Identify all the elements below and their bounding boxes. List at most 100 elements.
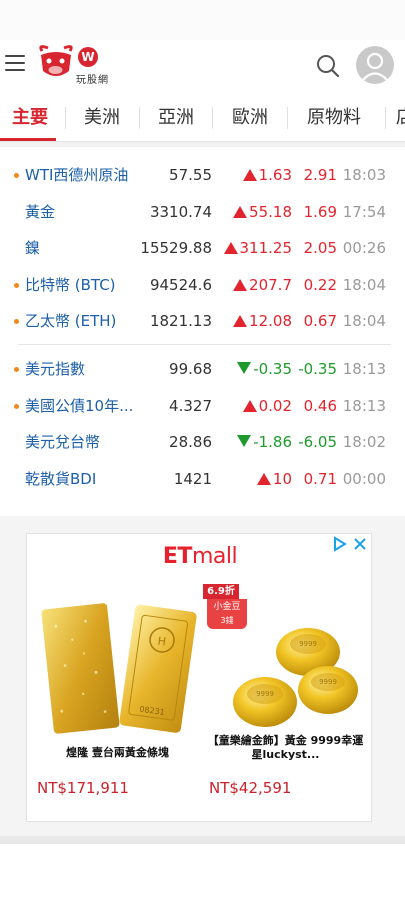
quote-name[interactable]: 美國公債10年... — [25, 391, 133, 421]
svg-text:9999: 9999 — [256, 690, 274, 698]
quote-percent: 2.91 — [303, 166, 337, 184]
quote-price: 94524.6 — [149, 275, 212, 294]
quote-change: 10 — [256, 464, 292, 494]
ad-brand: ETmall — [162, 544, 238, 569]
quote-percent: -6.05 — [298, 433, 337, 451]
arrow-down-icon — [237, 435, 252, 447]
arrow-down-icon — [237, 362, 252, 374]
gold-bar-image: H 08231 — [41, 603, 197, 734]
quote-percent: 0.22 — [303, 275, 337, 294]
quote-percent: 0.67 — [303, 312, 337, 330]
quote-percent: 1.69 — [303, 202, 337, 221]
ad-choices-icon[interactable] — [329, 536, 369, 552]
quote-name[interactable]: 比特幣 (BTC) — [25, 270, 116, 300]
arrow-up-icon — [242, 169, 257, 181]
quote-row[interactable]: WTI西德州原油 57.55 1.63 2.91 18:03 — [0, 160, 405, 190]
tab-partial[interactable]: 店 — [396, 96, 405, 140]
quote-row[interactable]: 美元兌台幣 28.86 -1.86 -6.05 18:02 — [0, 427, 405, 457]
quote-time: 17:54 — [342, 202, 386, 221]
tab-commodities[interactable]: 原物料 — [298, 96, 370, 140]
promo-label: 小金豆 3錢 — [207, 599, 247, 629]
quote-list: WTI西德州原油 57.55 1.63 2.91 18:03 黃金 3310.74 55.18… — [0, 146, 405, 516]
quote-change: -0.35 — [237, 354, 292, 384]
quote-name[interactable]: 乙太幣 (ETH) — [25, 306, 116, 336]
quote-time: 18:03 — [342, 166, 386, 184]
quote-name[interactable]: 美元兌台幣 — [25, 427, 100, 457]
tab-europe[interactable]: 歐洲 — [222, 96, 278, 140]
ad-product-gold-bar[interactable]: H 08231 煌隆 壹台兩黃金條塊 — [35, 584, 200, 784]
quote-row[interactable]: 乾散貨BDI 1421 10 0.71 00:00 — [0, 464, 405, 494]
market-tabs: 主要 美洲 亞洲 歐洲 原物料 店 — [0, 96, 405, 142]
quote-name[interactable]: 黃金 — [25, 197, 55, 227]
quote-change: 55.18 — [233, 197, 292, 227]
watch-dot-icon — [14, 173, 19, 178]
quote-time: 00:00 — [342, 469, 386, 488]
quote-name[interactable]: 美元指數 — [25, 354, 85, 384]
arrow-up-icon — [233, 205, 248, 218]
quote-name[interactable]: WTI西德州原油 — [25, 160, 128, 190]
quote-price: 15529.88 — [140, 239, 212, 257]
tab-americas[interactable]: 美洲 — [74, 96, 130, 140]
quote-price: 4.327 — [169, 396, 212, 415]
page-bottom — [0, 844, 405, 900]
arrow-up-icon — [233, 315, 248, 327]
search-icon[interactable] — [316, 54, 340, 78]
product-price[interactable]: NT$42,591 — [209, 779, 291, 797]
hamburger-menu-icon[interactable] — [5, 55, 25, 73]
arrow-up-icon — [233, 278, 248, 291]
logo-text: 玩股網 — [76, 75, 109, 86]
app-header: W 玩股網 — [0, 40, 405, 92]
quote-change: 0.02 — [242, 391, 292, 421]
svg-text:9999: 9999 — [319, 678, 337, 686]
tab-main[interactable]: 主要 — [2, 96, 58, 140]
user-avatar-icon[interactable] — [356, 46, 394, 84]
quote-change: 1.63 — [242, 160, 292, 190]
quote-price: 3310.74 — [149, 202, 212, 221]
arrow-up-icon — [256, 472, 271, 485]
quote-name[interactable]: 鎳 — [25, 233, 40, 263]
quote-price: 99.68 — [169, 360, 212, 378]
product-name: 【童樂繪金飾】黃金 9999幸運星luckyst... — [207, 734, 364, 761]
quote-change: 207.7 — [233, 270, 292, 300]
tab-divider — [385, 107, 386, 129]
svg-text:W: W — [81, 50, 94, 64]
quote-time: 18:13 — [342, 360, 386, 378]
promo-badge: 6.9折 小金豆 3錢 — [203, 584, 247, 630]
tab-divider — [212, 107, 213, 129]
watch-dot-icon — [14, 403, 19, 409]
quote-name[interactable]: 乾散貨BDI — [25, 464, 96, 494]
quote-row[interactable]: 鎳 15529.88 311.25 2.05 00:26 — [0, 233, 405, 263]
tab-divider — [139, 107, 140, 129]
bottom-divider — [0, 836, 405, 844]
quote-change: -1.86 — [237, 427, 292, 457]
product-price[interactable]: NT$171,911 — [37, 779, 129, 797]
active-tab-indicator — [0, 138, 56, 141]
quote-percent: 0.71 — [303, 469, 337, 488]
quote-price: 57.55 — [169, 166, 212, 184]
top-status-strip — [0, 0, 405, 40]
svg-text:9999: 9999 — [299, 640, 317, 648]
arrow-up-icon — [223, 242, 238, 254]
quote-price: 28.86 — [169, 433, 212, 451]
tab-asia[interactable]: 亞洲 — [148, 96, 204, 140]
quote-price: 1421 — [173, 469, 212, 488]
quote-change: 12.08 — [233, 306, 292, 336]
quote-row[interactable]: 比特幣 (BTC) 94524.6 207.7 0.22 18:04 — [0, 270, 405, 300]
arrow-up-icon — [242, 399, 257, 412]
watch-dot-icon — [14, 319, 19, 324]
tab-divider — [65, 107, 66, 129]
tab-divider — [287, 107, 288, 129]
quote-percent: 0.46 — [303, 396, 337, 415]
quote-percent: 2.05 — [303, 239, 337, 257]
quote-percent: -0.35 — [298, 360, 337, 378]
quote-time: 18:13 — [342, 396, 386, 415]
watch-dot-icon — [14, 367, 19, 372]
quote-row[interactable]: 黃金 3310.74 55.18 1.69 17:54 — [0, 197, 405, 227]
promo-discount: 6.9折 — [203, 584, 239, 599]
quote-row[interactable]: 美元指數 99.68 -0.35 -0.35 18:13 — [0, 354, 405, 384]
quote-change: 311.25 — [223, 233, 292, 263]
group-divider — [18, 344, 391, 345]
quote-row[interactable]: 乙太幣 (ETH) 1821.13 12.08 0.67 18:04 — [0, 306, 405, 336]
etmall-ad[interactable]: ETmall H 08231 煌隆 壹台兩黃金條塊 NT$171,911 999… — [26, 533, 372, 822]
quote-row[interactable]: 美國公債10年... 4.327 0.02 0.46 18:13 — [0, 391, 405, 421]
